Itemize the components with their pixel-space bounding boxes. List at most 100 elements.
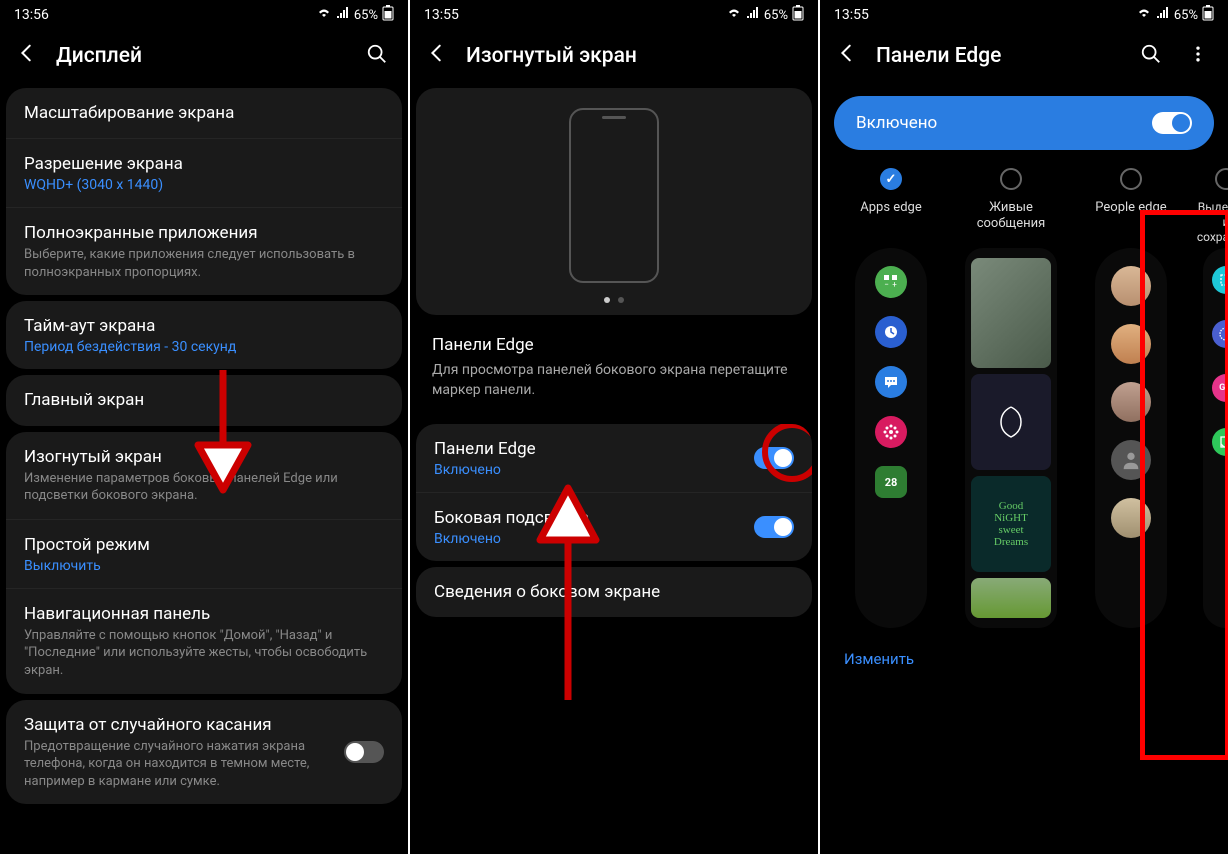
page-title: Дисплей [56,44,344,68]
item-label: Защита от случайного касания [24,714,332,736]
item-label: Главный экран [24,389,384,411]
app-icon [875,416,907,448]
panel-live-messages[interactable]: Живые сообщения GoodNiGHTsweetDreams [958,168,1064,628]
item-sublabel: Период бездействия - 30 секунд [24,339,384,355]
signal-icon [336,7,350,23]
enabled-master-toggle[interactable]: Включено [834,96,1214,150]
item-simple-mode[interactable]: Простой режим Выключить [6,519,402,588]
panel-label: Apps edge [860,200,921,234]
desc-title: Панели Edge [432,335,796,355]
page-dot [604,297,610,303]
tool-icon: GIF [1212,374,1228,402]
svg-text:−: − [884,280,889,289]
battery-icon [382,5,394,25]
panel-preview: GoodNiGHTsweetDreams [965,248,1057,628]
edge-preview-illustration [416,88,812,315]
item-fullscreen-apps[interactable]: Полноэкранные приложения Выберите, какие… [6,207,402,295]
battery-icon [1202,5,1214,25]
back-button[interactable] [836,42,858,70]
status-bar: 13:55 65% [410,0,818,30]
edge-lighting-toggle[interactable] [754,516,794,538]
panel-preview: +− 28 [855,248,927,628]
item-sublabel: Изменение параметров боковых панелей Edg… [24,470,384,505]
panel-label: Выделить и сохранить [1197,200,1228,234]
panel-people-edge[interactable]: People edge [1078,168,1184,628]
status-icons: 65% [316,5,394,25]
desc-text: Для просмотра панелей бокового экрана пе… [432,361,796,400]
battery-text: 65% [1174,8,1198,23]
signal-icon [746,7,760,23]
status-bar: 13:56 65% [0,0,408,30]
header: Панели Edge [820,30,1228,88]
item-edge-panels[interactable]: Панели Edge Включено [416,424,812,492]
item-label: Панели Edge [434,438,742,460]
wifi-icon [726,7,742,23]
settings-list: Масштабирование экрана Разрешение экрана… [0,88,408,804]
item-accidental-touch[interactable]: Защита от случайного касания Предотвраще… [6,700,402,805]
contact-avatar [1111,266,1151,306]
item-sublabel: Предотвращение случайного нажатия экрана… [24,738,332,791]
item-edge-lighting[interactable]: Боковая подсветка Включено [416,492,812,561]
status-bar: 13:55 65% [820,0,1228,30]
page-indicator [604,297,624,303]
item-label: Изогнутый экран [24,446,384,468]
panel-apps-edge[interactable]: Apps edge +− 28 [838,168,944,628]
edit-link[interactable]: Изменить [820,628,1228,690]
panel-label: People edge [1095,200,1166,234]
item-screen-timeout[interactable]: Тайм-аут экрана Период бездействия - 30 … [6,301,402,369]
contact-avatar [1111,498,1151,538]
more-icon[interactable] [1184,43,1212,70]
app-icon [875,316,907,348]
tool-icon [1212,266,1228,294]
app-icon [875,366,907,398]
settings-list: Панели Edge Включено Боковая подсветка В… [410,424,818,617]
item-edge-about[interactable]: Сведения о боковом экране [416,567,812,617]
item-label: Простой режим [24,534,384,556]
panel-radio[interactable] [880,168,902,190]
panel-clip-save[interactable]: Выделить и сохранить GIF [1198,168,1228,628]
accidental-touch-toggle[interactable] [344,741,384,763]
back-button[interactable] [16,42,38,70]
status-time: 13:55 [834,7,869,23]
back-button[interactable] [426,42,448,70]
wifi-icon [1136,7,1152,23]
item-sublabel: Включено [434,531,742,547]
item-sublabel: Выберите, какие приложения следует испол… [24,246,384,281]
signal-icon [1156,7,1170,23]
item-label: Навигационная панель [24,603,384,625]
live-message-thumb [971,374,1051,470]
contact-avatar [1111,382,1151,422]
item-home-screen[interactable]: Главный экран [6,375,402,425]
edge-panels-toggle[interactable] [754,447,794,469]
item-sublabel: Выключить [24,558,384,574]
edge-description: Панели Edge Для просмотра панелей боково… [410,315,818,424]
item-label: Полноэкранные приложения [24,222,384,244]
item-label: Разрешение экрана [24,153,384,175]
status-icons: 65% [1136,5,1214,25]
tool-icon [1212,428,1228,456]
item-screen-resolution[interactable]: Разрешение экрана WQHD+ (3040 x 1440) [6,138,402,207]
search-icon[interactable] [1136,43,1166,70]
panel-radio[interactable] [1120,168,1142,190]
header: Дисплей [0,30,408,88]
item-screen-scaling[interactable]: Масштабирование экрана [6,88,402,138]
wifi-icon [316,7,332,23]
phone-screen-display-settings: 13:56 65% Дисплей Масштабирование экрана [0,0,408,854]
svg-text:+: + [892,280,897,289]
battery-icon [792,5,804,25]
panel-preview: GIF [1203,248,1228,628]
item-sublabel: WQHD+ (3040 x 1440) [24,177,384,193]
app-icon: +− [875,266,907,298]
master-toggle[interactable] [1152,112,1192,134]
item-navigation-bar[interactable]: Навигационная панель Управляйте с помощь… [6,588,402,694]
live-message-thumb: GoodNiGHTsweetDreams [971,476,1051,572]
search-icon[interactable] [362,43,392,70]
panel-radio[interactable] [1215,168,1228,190]
edge-panels-row: Apps edge +− 28 Живые сообщения GoodNiGH… [820,168,1228,628]
item-label: Боковая подсветка [434,507,742,529]
tool-icon [1212,320,1228,348]
item-edge-screen[interactable]: Изогнутый экран Изменение параметров бок… [6,432,402,519]
item-label: Сведения о боковом экране [434,581,794,603]
panel-radio[interactable] [1000,168,1022,190]
contact-avatar-placeholder [1111,440,1151,480]
